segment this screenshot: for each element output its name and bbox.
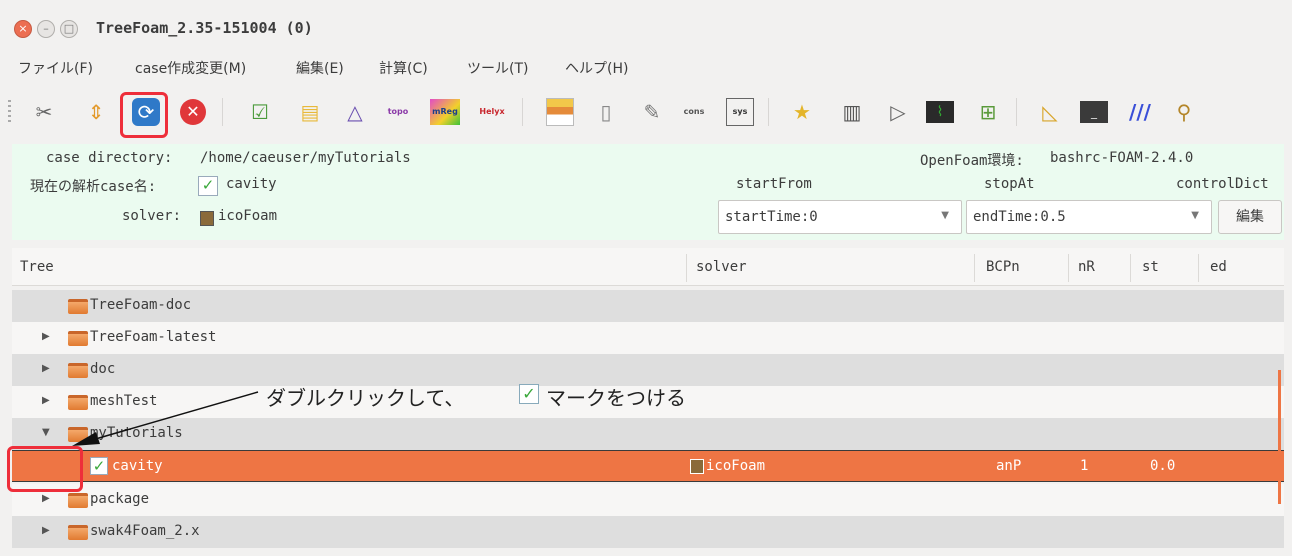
highlight-box-row <box>7 446 83 492</box>
annotation-text-before: ダブルクリックして、 <box>266 386 465 410</box>
annotation-text-after: マークをつける <box>546 386 686 410</box>
annotation-arrow <box>72 391 259 446</box>
checkmark-icon: ✓ <box>519 384 539 404</box>
